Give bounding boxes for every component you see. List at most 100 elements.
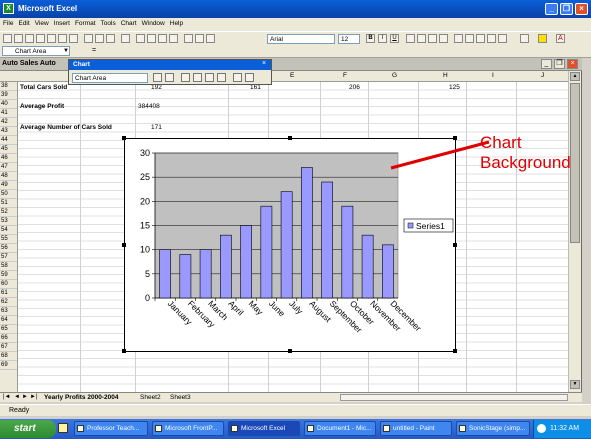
row-header[interactable]: 65 xyxy=(0,325,17,334)
clock[interactable]: 11:32 AM xyxy=(550,425,579,432)
resize-handle[interactable] xyxy=(453,243,457,247)
open-icon[interactable] xyxy=(14,34,23,43)
font-color-icon[interactable]: A xyxy=(556,34,565,43)
column-header[interactable]: G xyxy=(392,72,397,79)
bar[interactable] xyxy=(341,205,354,299)
bold-button[interactable]: B xyxy=(366,34,375,43)
merge-icon[interactable] xyxy=(439,34,448,43)
name-box[interactable]: Chart Area xyxy=(2,46,70,56)
row-header[interactable]: 55 xyxy=(0,235,17,244)
row-header[interactable]: 40 xyxy=(0,100,17,109)
y-tick-label[interactable]: 15 xyxy=(140,221,150,231)
menu-file[interactable]: File xyxy=(0,18,15,27)
menu-view[interactable]: View xyxy=(32,18,51,27)
bar[interactable] xyxy=(179,254,192,299)
tab-sheet2[interactable]: Sheet2 xyxy=(140,394,161,401)
resize-handle[interactable] xyxy=(122,243,126,247)
row-header[interactable]: 69 xyxy=(0,361,17,370)
row-header[interactable]: 42 xyxy=(0,118,17,127)
last-sheet-icon[interactable]: ►| xyxy=(30,394,38,400)
increase-decimal-icon[interactable] xyxy=(487,34,496,43)
row-header[interactable]: 66 xyxy=(0,334,17,343)
resize-handle[interactable] xyxy=(453,349,457,353)
column-header[interactable]: H xyxy=(443,72,448,79)
workbook-restore-button[interactable]: ❐ xyxy=(554,59,565,69)
new-icon[interactable] xyxy=(3,34,12,43)
menu-format[interactable]: Format xyxy=(72,18,98,27)
resize-handle[interactable] xyxy=(122,349,126,353)
column-header[interactable]: E xyxy=(290,72,294,79)
menu-window[interactable]: Window xyxy=(139,18,167,27)
borders-icon[interactable] xyxy=(520,34,529,43)
horizontal-scrollbar[interactable] xyxy=(340,394,568,401)
chart-type-icon[interactable] xyxy=(165,73,174,82)
comma-icon[interactable] xyxy=(476,34,485,43)
y-tick-label[interactable]: 0 xyxy=(145,293,150,303)
row-header[interactable]: 46 xyxy=(0,154,17,163)
bar[interactable] xyxy=(220,234,232,299)
hyperlink-icon[interactable] xyxy=(136,34,145,43)
average-cars-sold-label[interactable]: Average Number of Cars Sold xyxy=(20,124,112,131)
y-tick-label[interactable]: 20 xyxy=(140,196,150,206)
tab-yearly-profits[interactable]: Yearly Profits 2000-2004 xyxy=(44,394,118,401)
bar[interactable] xyxy=(301,167,313,299)
row-header[interactable]: 39 xyxy=(0,91,17,100)
center-icon[interactable] xyxy=(417,34,426,43)
percent-icon[interactable] xyxy=(465,34,474,43)
resize-handle[interactable] xyxy=(122,136,126,140)
row-header[interactable]: 44 xyxy=(0,136,17,145)
equals-icon[interactable]: = xyxy=(92,47,96,54)
print-icon[interactable] xyxy=(47,34,56,43)
chevron-down-icon[interactable]: ▼ xyxy=(63,48,69,54)
save-icon[interactable] xyxy=(25,34,34,43)
y-tick-label[interactable]: 30 xyxy=(140,148,150,158)
row-header[interactable]: 51 xyxy=(0,199,17,208)
menu-tools[interactable]: Tools xyxy=(98,18,118,27)
bar[interactable] xyxy=(280,191,293,299)
menu-edit[interactable]: Edit xyxy=(15,18,31,27)
taskbar-item[interactable]: Document1 - Mic... xyxy=(304,421,376,436)
x-tick-label[interactable]: June xyxy=(267,298,287,318)
bar[interactable] xyxy=(321,181,333,299)
y-tick-label[interactable]: 25 xyxy=(140,172,150,182)
scroll-up-icon[interactable]: ▲ xyxy=(570,72,580,81)
by-row-icon[interactable] xyxy=(205,73,214,82)
font-name-select[interactable]: Arial xyxy=(267,34,335,44)
underline-button[interactable]: U xyxy=(390,34,399,43)
row-header[interactable]: 58 xyxy=(0,262,17,271)
align-left-icon[interactable] xyxy=(406,34,415,43)
row-header[interactable]: 63 xyxy=(0,307,17,316)
start-button[interactable]: start xyxy=(0,420,56,438)
column-header[interactable]: F xyxy=(343,72,347,79)
average-profit-value[interactable]: 384408 xyxy=(138,103,160,110)
row-header[interactable]: 47 xyxy=(0,163,17,172)
minimize-button[interactable]: _ xyxy=(545,3,558,15)
first-sheet-icon[interactable]: |◄ xyxy=(3,394,11,400)
help-icon[interactable] xyxy=(206,34,215,43)
workbook-minimize-button[interactable]: _ xyxy=(541,59,552,69)
column-header[interactable]: I xyxy=(492,72,494,79)
fill-color-icon[interactable] xyxy=(538,34,547,43)
taskbar-item[interactable]: untitled - Paint xyxy=(380,421,452,436)
row-header[interactable]: 67 xyxy=(0,343,17,352)
row-header[interactable]: 61 xyxy=(0,289,17,298)
row-header[interactable]: 48 xyxy=(0,172,17,181)
font-size-select[interactable]: 12 xyxy=(338,34,360,44)
bar[interactable] xyxy=(240,225,252,299)
angle-down-icon[interactable] xyxy=(233,73,242,82)
legend-swatch[interactable] xyxy=(407,222,414,229)
taskbar-item[interactable]: SonicStage (simp... xyxy=(456,421,530,436)
row-header[interactable]: 62 xyxy=(0,298,17,307)
cut-icon[interactable] xyxy=(84,34,93,43)
x-tick-label[interactable]: May xyxy=(247,298,266,317)
format-chart-area-icon[interactable] xyxy=(153,73,162,82)
resize-handle[interactable] xyxy=(288,349,292,353)
tab-sheet3[interactable]: Sheet3 xyxy=(170,394,191,401)
chart-objects-select[interactable]: Chart Area xyxy=(72,73,148,83)
scroll-thumb[interactable] xyxy=(570,83,580,243)
permission-icon[interactable] xyxy=(36,34,45,43)
row-header[interactable]: 52 xyxy=(0,208,17,217)
close-button[interactable]: × xyxy=(575,3,588,15)
row-header[interactable]: 43 xyxy=(0,127,17,136)
sort-ascending-icon[interactable] xyxy=(158,34,167,43)
